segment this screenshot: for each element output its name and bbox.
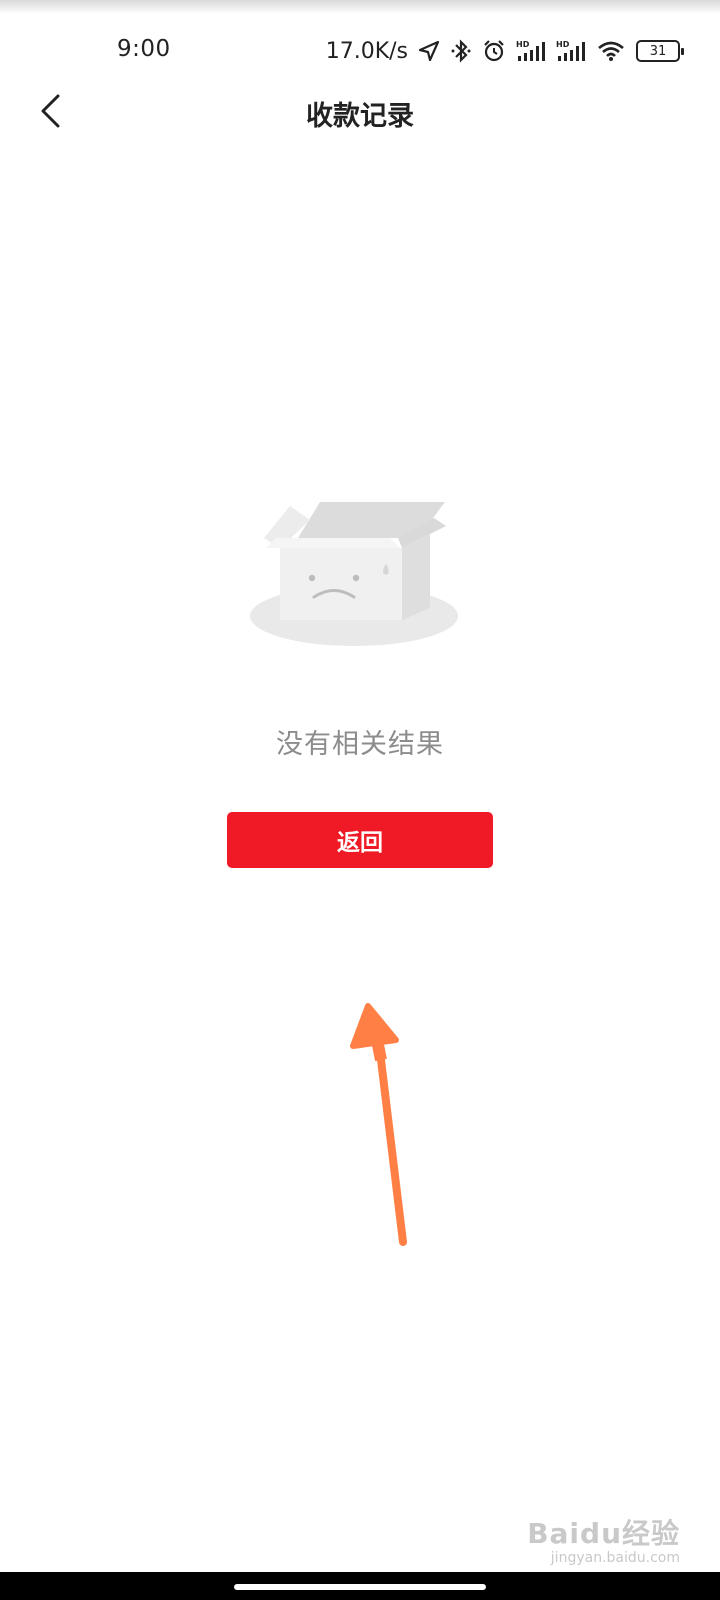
status-time: 9:00 [117, 36, 171, 62]
empty-box-icon [250, 498, 470, 658]
signal-hd-icon: HD [556, 39, 586, 63]
svg-text:HD: HD [516, 40, 530, 49]
alarm-icon [482, 39, 506, 63]
page-title: 收款记录 [306, 101, 414, 132]
system-nav-bar [0, 1572, 720, 1600]
annotation-arrow [350, 1003, 407, 1246]
network-speed: 17.0K/s [325, 38, 408, 64]
wifi-icon [596, 39, 626, 63]
empty-message: 没有相关结果 [276, 729, 444, 760]
battery-icon: 31 [636, 40, 684, 62]
location-icon [418, 40, 440, 62]
status-bar: 9:00 17.0K/s HD HD 31 [0, 28, 720, 72]
top-shade [0, 0, 720, 14]
bluetooth-icon [450, 39, 472, 63]
baidu-watermark: Baidu经验 jingyan.baidu.com [527, 1512, 680, 1566]
watermark-brand: Baidu经验 [527, 1517, 680, 1550]
svg-text:HD: HD [556, 40, 570, 49]
signal-hd-icon: HD [516, 39, 546, 63]
battery-level: 31 [649, 43, 667, 59]
watermark-url: jingyan.baidu.com [550, 1550, 680, 1566]
home-indicator[interactable] [234, 1584, 486, 1590]
nav-bar: 收款记录 [0, 80, 720, 146]
return-button[interactable]: 返回 [227, 812, 493, 868]
status-icons: 17.0K/s HD HD 31 [325, 36, 684, 66]
